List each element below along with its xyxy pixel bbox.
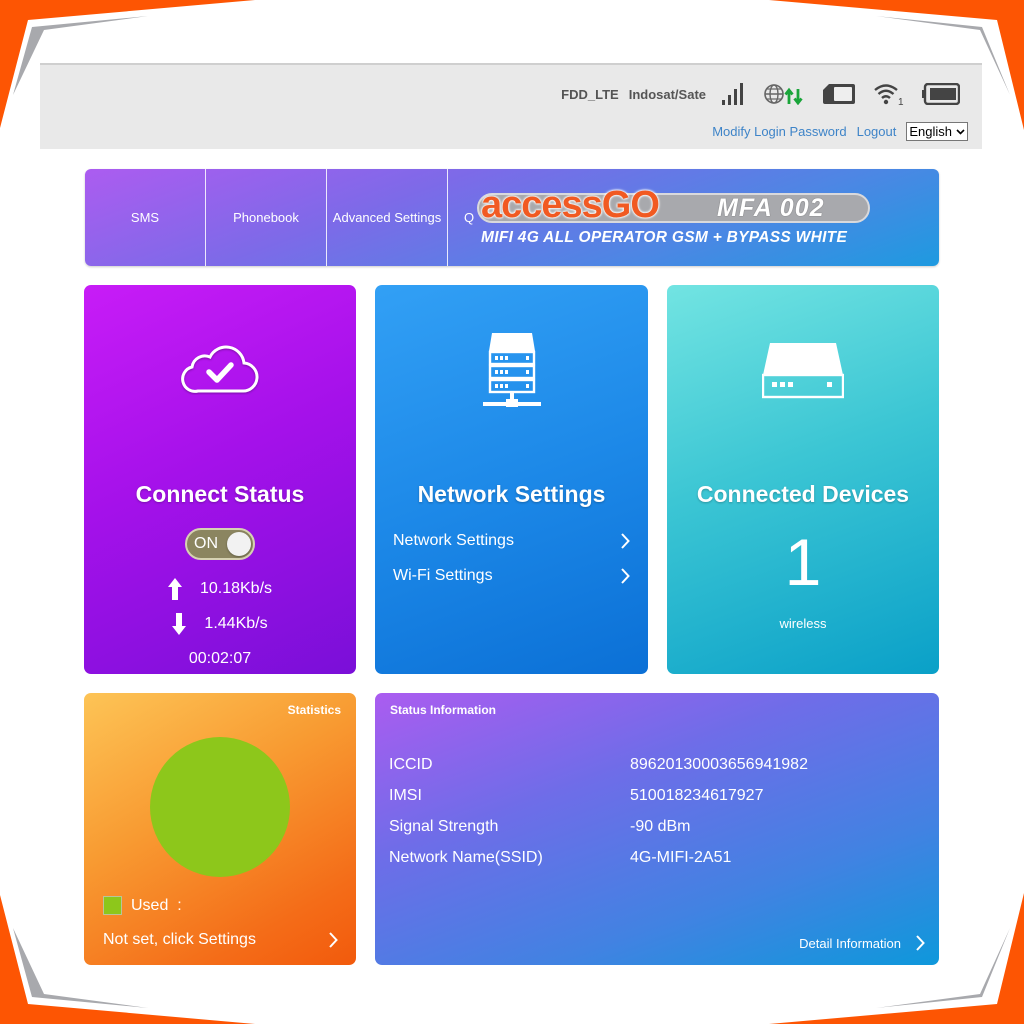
server-network-icon (481, 331, 543, 416)
cloud-check-icon (180, 343, 260, 400)
chevron-right-icon (916, 935, 925, 951)
wifi-client-count: 1 (898, 97, 904, 105)
network-settings-title: Network Settings (417, 481, 606, 507)
download-speed: 1.44Kb/s (204, 615, 268, 632)
network-type: FDD_LTE (561, 86, 619, 102)
info-row-imsi: IMSI 510018234617927 (389, 780, 808, 811)
main-navigation: SMS Phonebook Advanced Settings Q access… (85, 169, 939, 266)
nav-sms[interactable]: SMS (85, 169, 206, 266)
globe-data-transfer-icon (764, 83, 804, 105)
info-value: -90 dBm (630, 817, 691, 835)
status-indicators: FDD_LTE Indosat/Sate 1 (561, 79, 960, 109)
chevron-right-icon (621, 568, 630, 584)
info-row-iccid: ICCID 89620130003656941982 (389, 749, 808, 780)
sim-card-icon (822, 83, 856, 105)
brand-subtitle: MIFI 4G ALL OPERATOR GSM + BYPASS WHITE (481, 229, 848, 246)
chevron-right-icon (621, 533, 630, 549)
router-device-icon (761, 343, 845, 404)
usage-legend: Used : (103, 896, 182, 915)
download-speed-row: 1.44Kb/s (84, 613, 356, 635)
toggle-knob (227, 532, 251, 556)
legend-label-used: Used : (131, 896, 182, 914)
signal-bars-icon (722, 83, 746, 105)
status-information-card: Status Information ICCID 896201300036569… (375, 693, 939, 965)
info-value: 89620130003656941982 (630, 755, 808, 773)
network-settings-link[interactable]: Network Settings (393, 532, 630, 550)
account-links: Modify Login Password Logout English (712, 122, 968, 141)
connected-devices-title: Connected Devices (696, 481, 910, 507)
chevron-right-icon (329, 932, 338, 948)
connect-status-title: Connect Status (135, 481, 305, 507)
top-status-bar: FDD_LTE Indosat/Sate 1 Modify Login Pass… (40, 63, 982, 149)
language-selected: English (909, 124, 952, 139)
brand-model: MFA 002 (717, 194, 825, 222)
upload-speed-row: 10.18Kb/s (84, 578, 356, 600)
info-value: 510018234617927 (630, 786, 764, 804)
info-key: Signal Strength (389, 817, 499, 835)
language-select[interactable]: English (906, 122, 968, 141)
arrow-down-icon (172, 613, 187, 635)
statistics-title: Statistics (287, 703, 341, 717)
info-key: Network Name(SSID) (389, 848, 543, 866)
info-key: IMSI (389, 786, 422, 804)
logout-link[interactable]: Logout (857, 124, 897, 139)
nav-phonebook[interactable]: Phonebook (206, 169, 327, 266)
connect-status-card: Connect Status ON 10.18Kb/s 1.44Kb/s 00:… (84, 285, 356, 674)
connected-devices-card[interactable]: Connected Devices 1 wireless (667, 285, 939, 674)
status-info-table: ICCID 89620130003656941982 IMSI 51001823… (389, 749, 808, 873)
usage-pie-chart (150, 737, 290, 877)
modify-password-link[interactable]: Modify Login Password (712, 124, 846, 139)
statistics-settings-label: Not set, click Settings (103, 931, 256, 948)
info-row-signal-strength: Signal Strength -90 dBm (389, 811, 808, 842)
operator-name: Indosat/Sate (628, 86, 706, 102)
device-type-label: wireless (779, 616, 827, 631)
nav-advanced-settings[interactable]: Advanced Settings (327, 169, 448, 266)
wifi-icon: 1 (874, 83, 904, 105)
battery-icon (922, 83, 960, 105)
network-settings-link-label: Network Settings (393, 532, 514, 549)
connection-toggle[interactable]: ON (185, 528, 255, 560)
statistics-settings-link[interactable]: Not set, click Settings (103, 931, 338, 949)
device-count: 1 (784, 525, 822, 599)
network-settings-card: Network Settings Network Settings Wi-Fi … (375, 285, 648, 674)
pie-slice-used (150, 737, 290, 877)
detail-information-label: Detail Information (799, 935, 901, 951)
info-key: ICCID (389, 755, 433, 773)
detail-information-link[interactable]: Detail Information (799, 935, 925, 951)
arrow-up-icon (167, 578, 182, 600)
legend-swatch-used (103, 896, 122, 915)
brand-banner: accessGO MFA 002 MIFI 4G ALL OPERATOR GS… (477, 185, 937, 253)
chevron-down-icon (956, 128, 965, 135)
toggle-label: ON (194, 535, 218, 552)
info-row-ssid: Network Name(SSID) 4G-MIFI-2A51 (389, 842, 808, 873)
status-information-title: Status Information (390, 703, 497, 717)
statistics-card: Statistics Used : Not set, click Setting… (84, 693, 356, 965)
connection-duration: 00:02:07 (188, 650, 252, 667)
brand-logo: accessGO (481, 184, 660, 226)
wifi-settings-link[interactable]: Wi-Fi Settings (393, 567, 630, 585)
wifi-settings-link-label: Wi-Fi Settings (393, 567, 493, 584)
info-value: 4G-MIFI-2A51 (630, 848, 732, 866)
upload-speed: 10.18Kb/s (199, 580, 273, 597)
